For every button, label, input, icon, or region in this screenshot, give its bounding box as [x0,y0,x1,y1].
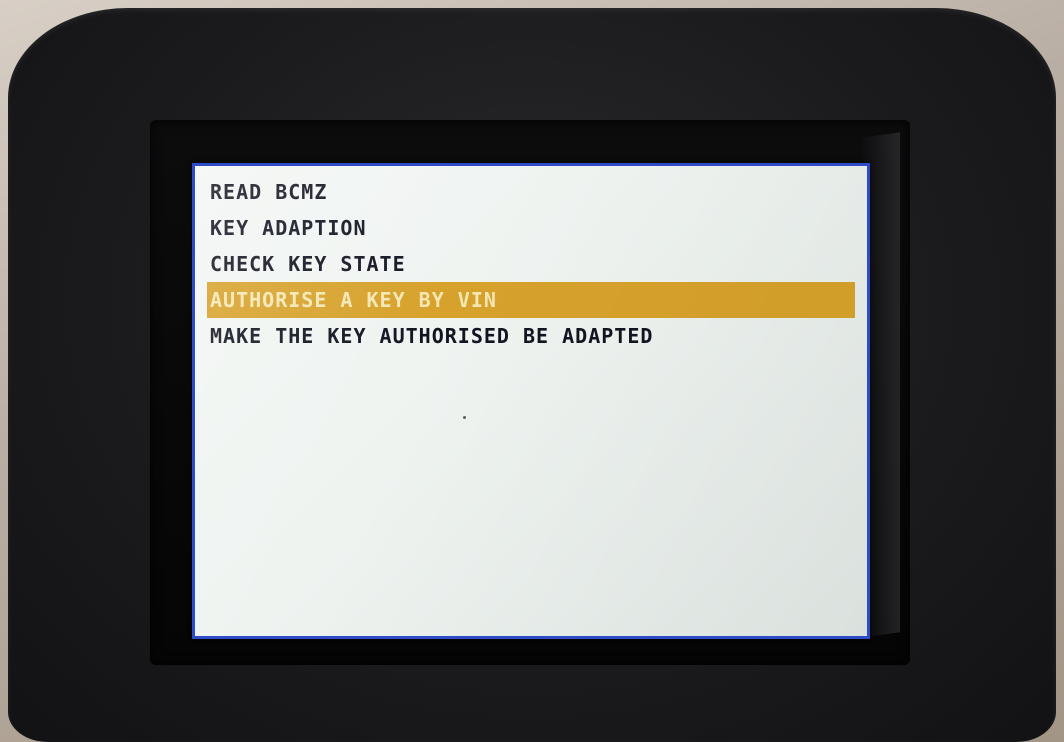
screen-dust-speck [463,416,466,419]
function-menu: READ BCMZ KEY ADAPTION CHECK KEY STATE A… [207,174,855,354]
menu-item-read-bcmz[interactable]: READ BCMZ [207,174,855,210]
lcd-screen: READ BCMZ KEY ADAPTION CHECK KEY STATE A… [192,163,870,639]
menu-item-check-key-state[interactable]: CHECK KEY STATE [207,246,855,282]
menu-item-key-adaption[interactable]: KEY ADAPTION [207,210,855,246]
menu-item-make-key-authorised-adapted[interactable]: MAKE THE KEY AUTHORISED BE ADAPTED [207,318,855,354]
menu-item-authorise-key-by-vin[interactable]: AUTHORISE A KEY BY VIN [207,282,855,318]
